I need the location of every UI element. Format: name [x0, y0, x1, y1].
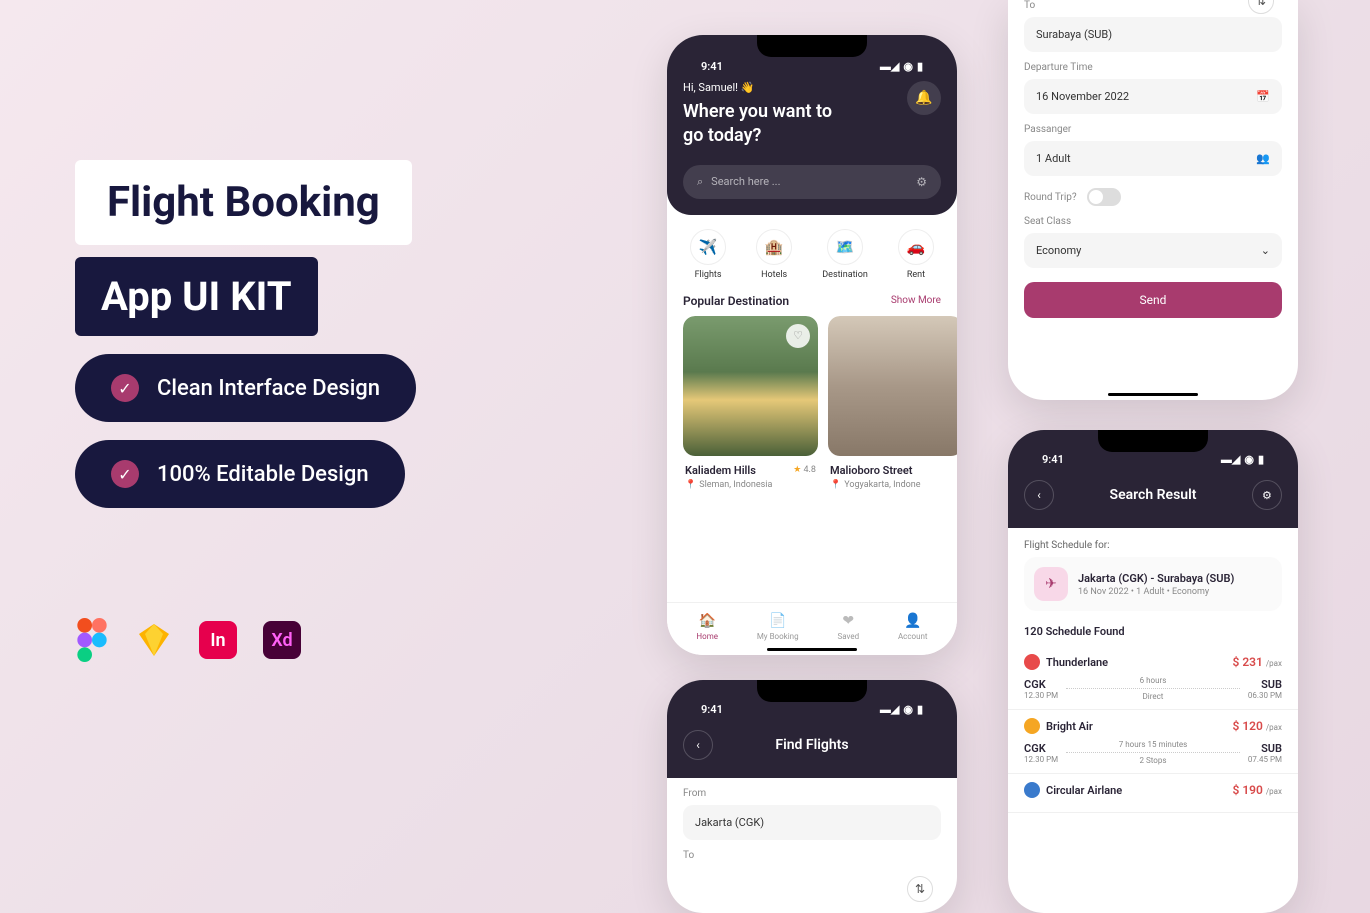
page-title: Search Result: [1110, 487, 1197, 503]
category-item[interactable]: 🗺️ Destination: [822, 229, 868, 280]
nav-icon: 🏠: [698, 613, 715, 629]
from-input[interactable]: Jakarta (CGK): [683, 805, 941, 840]
figma-icon: [75, 618, 109, 662]
destination-card[interactable]: ♡ Kaliadem Hills ★ 4.8 📍Sleman, Indonesi…: [683, 316, 818, 498]
category-item[interactable]: ✈️ Flights: [690, 229, 726, 280]
search-input[interactable]: ⌕ Search here ... ⚙: [683, 165, 941, 199]
people-icon: 👥: [1256, 152, 1270, 165]
nav-item[interactable]: 📄 My Booking: [757, 613, 799, 641]
nav-label: Account: [898, 632, 928, 641]
passenger-input[interactable]: 1 Adult👥: [1024, 141, 1282, 176]
app-icons-row: In Xd: [75, 618, 565, 662]
swap-button[interactable]: ⇅: [907, 876, 933, 902]
page-title: Find Flights: [775, 737, 848, 753]
airline-logo-icon: [1024, 654, 1040, 670]
signal-icon: ▬◢: [880, 60, 899, 73]
send-button[interactable]: Send: [1024, 282, 1282, 318]
feature-2: ✓ 100% Editable Design: [75, 440, 405, 508]
seat-class-select[interactable]: Economy⌄: [1024, 233, 1282, 268]
airline-logo-icon: [1024, 782, 1040, 798]
category-item[interactable]: 🏨 Hotels: [756, 229, 792, 280]
nav-item[interactable]: ❤ Saved: [837, 613, 859, 641]
notifications-button[interactable]: 🔔: [907, 81, 941, 115]
pin-icon: 📍: [685, 480, 696, 490]
from-label: From: [683, 788, 941, 799]
schedule-summary: ✈ Jakarta (CGK) - Surabaya (SUB) 16 Nov …: [1024, 557, 1282, 611]
passenger-label: Passanger: [1024, 124, 1282, 135]
phone-home: 9:41 ▬◢◉▮ Hi, Samuel! 👋 Where you want t…: [667, 35, 957, 655]
nav-item[interactable]: 🏠 Home: [696, 613, 718, 641]
phone-find-flights: 9:41 ▬◢◉▮ ‹ Find Flights From Jakarta (C…: [667, 680, 957, 913]
roundtrip-label: Round Trip?: [1024, 192, 1077, 203]
popular-title: Popular Destination: [683, 294, 789, 308]
category-icon: ✈️: [690, 229, 726, 265]
title-line-2: App UI KIT: [75, 257, 318, 336]
check-icon: ✓: [111, 374, 139, 402]
schedule-for-label: Flight Schedule for:: [1008, 528, 1298, 557]
category-label: Hotels: [761, 270, 787, 280]
departure-label: Departure Time: [1024, 62, 1282, 73]
pin-icon: 📍: [830, 480, 841, 490]
swap-button[interactable]: ⇅: [1248, 0, 1274, 14]
filter-button[interactable]: ⚙: [1252, 480, 1282, 510]
invision-icon: In: [199, 621, 237, 659]
nav-label: Saved: [837, 632, 859, 641]
nav-label: My Booking: [757, 632, 799, 641]
phone-search-results: 9:41 ▬◢◉▮ ‹ Search Result ⚙ Flight Sched…: [1008, 430, 1298, 913]
nav-icon: 👤: [904, 613, 921, 629]
xd-icon: Xd: [263, 621, 301, 659]
favorite-button[interactable]: ♡: [786, 324, 810, 348]
show-more-link[interactable]: Show More: [891, 295, 941, 306]
calendar-icon: 📅: [1256, 90, 1270, 103]
wifi-icon: ◉: [903, 60, 913, 73]
filter-icon[interactable]: ⚙: [916, 175, 927, 189]
flight-item[interactable]: Bright Air$ 120 /paxCGK12.30 PM7 hours 1…: [1008, 710, 1298, 774]
nav-label: Home: [696, 632, 718, 641]
title-line-1: Flight Booking: [75, 160, 412, 245]
airline-logo-icon: [1024, 718, 1040, 734]
to-label: To: [683, 850, 941, 861]
phone-booking-form: To ⇅ Surabaya (SUB) Departure Time 16 No…: [1008, 0, 1298, 400]
category-label: Rent: [907, 270, 925, 280]
star-icon: ★: [793, 465, 801, 475]
headline: Where you want togo today?: [683, 100, 832, 149]
back-button[interactable]: ‹: [683, 730, 713, 760]
results-count: 120 Schedule Found: [1008, 621, 1298, 646]
feature-1: ✓ Clean Interface Design: [75, 354, 416, 422]
category-item[interactable]: 🚗 Rent: [898, 229, 934, 280]
destination-card[interactable]: Malioboro Street 📍Yogyakarta, Indone: [828, 316, 957, 498]
flight-item[interactable]: Circular Airlane$ 190 /pax: [1008, 774, 1298, 813]
category-label: Flights: [695, 270, 722, 280]
check-icon: ✓: [111, 460, 139, 488]
sketch-icon: [135, 622, 173, 658]
chevron-down-icon: ⌄: [1261, 244, 1270, 257]
seat-class-label: Seat Class: [1024, 216, 1282, 227]
category-icon: 🚗: [898, 229, 934, 265]
airplane-icon: ✈: [1034, 567, 1068, 601]
search-icon: ⌕: [697, 175, 703, 189]
battery-icon: ▮: [917, 60, 923, 73]
nav-item[interactable]: 👤 Account: [898, 613, 928, 641]
roundtrip-toggle[interactable]: [1087, 188, 1121, 206]
back-button[interactable]: ‹: [1024, 480, 1054, 510]
to-input[interactable]: Surabaya (SUB): [1024, 17, 1282, 52]
greeting-text: Hi, Samuel! 👋: [683, 81, 832, 94]
nav-icon: 📄: [769, 613, 786, 629]
to-label: To: [1024, 0, 1282, 11]
category-icon: 🏨: [756, 229, 792, 265]
category-icon: 🗺️: [827, 229, 863, 265]
category-label: Destination: [822, 270, 868, 280]
departure-input[interactable]: 16 November 2022📅: [1024, 79, 1282, 114]
flight-item[interactable]: Thunderlane$ 231 /paxCGK12.30 PM6 hoursD…: [1008, 646, 1298, 710]
nav-icon: ❤: [842, 613, 854, 629]
